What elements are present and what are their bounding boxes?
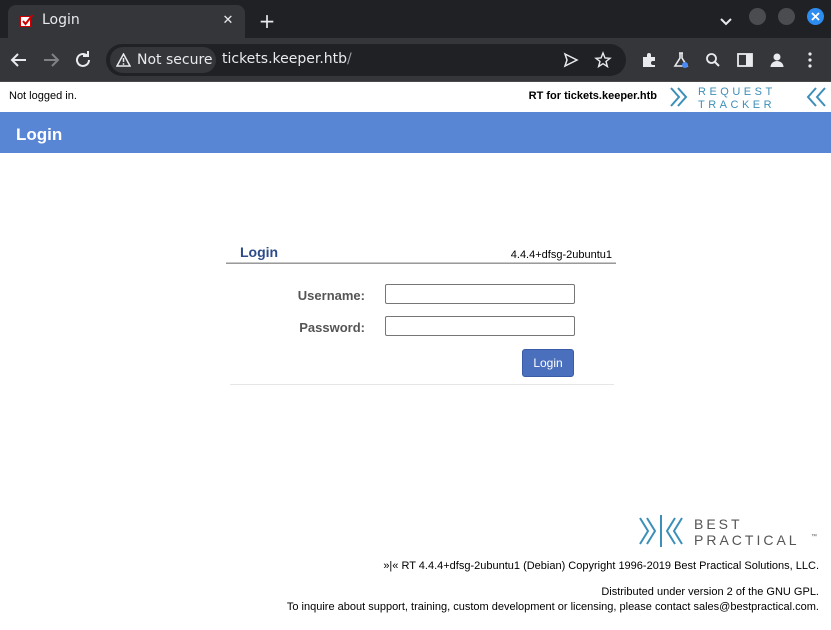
request-tracker-logo[interactable]: REQUEST TRACKER (669, 84, 829, 110)
login-button[interactable]: Login (522, 349, 574, 377)
chevron-down-icon[interactable] (716, 11, 736, 31)
logo-line2: TRACKER (698, 99, 775, 110)
close-window-button[interactable] (807, 8, 824, 25)
flask-icon[interactable] (671, 50, 691, 70)
security-chip[interactable]: Not secure (110, 47, 216, 73)
plus-icon[interactable]: + (256, 10, 278, 32)
url-text[interactable]: tickets.keeper.htb/ (222, 51, 352, 67)
bp-logo-tm: ™ (811, 533, 817, 540)
search-icon[interactable] (703, 50, 723, 70)
password-label: Password: (299, 320, 365, 335)
url-host: tickets.keeper.htb (222, 51, 348, 67)
security-label: Not secure (137, 52, 213, 68)
puzzle-icon[interactable] (639, 50, 659, 70)
bp-logo-line2: PRACTICAL (694, 532, 800, 548)
title-divider (226, 262, 616, 264)
arrow-right-icon[interactable] (40, 49, 62, 71)
close-icon (811, 12, 820, 21)
footer-contact: To inquire about support, training, cust… (286, 601, 819, 613)
maximize-button[interactable] (778, 8, 795, 25)
side-panel-icon[interactable] (735, 50, 755, 70)
rt-instance-name: RT for tickets.keeper.htb (528, 90, 657, 102)
login-box-divider (230, 384, 614, 385)
page-content: Not logged in. RT for tickets.keeper.htb… (0, 82, 831, 630)
rt-version: 4.4.4+dfsg-2ubuntu1 (510, 249, 612, 261)
browser-toolbar: Not secure tickets.keeper.htb/ (0, 38, 831, 82)
footer-copyright: »|« RT 4.4.4+dfsg-2ubuntu1 (Debian) Copy… (383, 560, 819, 572)
rt-favicon-icon (20, 14, 34, 27)
address-bar[interactable]: Not secure tickets.keeper.htb/ (106, 44, 626, 76)
warning-triangle-icon (116, 53, 131, 67)
page-title: Login (16, 125, 63, 144)
browser-tab-login[interactable]: Login ✕ (8, 5, 245, 38)
username-input[interactable] (385, 284, 575, 304)
tab-title: Login (42, 12, 80, 28)
arrow-left-icon[interactable] (8, 49, 30, 71)
browser-tab-bar: Login ✕ + (0, 0, 831, 38)
kebab-menu-icon[interactable] (800, 50, 820, 70)
logo-line1: REQUEST (698, 86, 776, 98)
bp-logo-line1: BEST (694, 516, 743, 532)
url-path: / (347, 51, 352, 67)
close-icon[interactable]: ✕ (220, 13, 236, 29)
password-input[interactable] (385, 316, 575, 336)
reload-icon[interactable] (72, 49, 94, 71)
login-box-title: Login (240, 244, 279, 260)
person-icon[interactable] (767, 50, 787, 70)
best-practical-logo[interactable]: BEST PRACTICAL ™ (638, 514, 820, 548)
top-status-line: Not logged in. RT for tickets.keeper.htb… (0, 82, 831, 112)
login-box: Login 4.4.4+dfsg-2ubuntu1 Username: Pass… (226, 242, 616, 387)
send-icon[interactable] (562, 51, 580, 69)
minimize-button[interactable] (749, 8, 766, 25)
login-status: Not logged in. (9, 90, 77, 102)
footer-license: Distributed under version 2 of the GNU G… (601, 586, 819, 598)
page-header: Login (0, 112, 831, 153)
username-label: Username: (297, 288, 365, 303)
star-icon[interactable] (594, 51, 612, 69)
